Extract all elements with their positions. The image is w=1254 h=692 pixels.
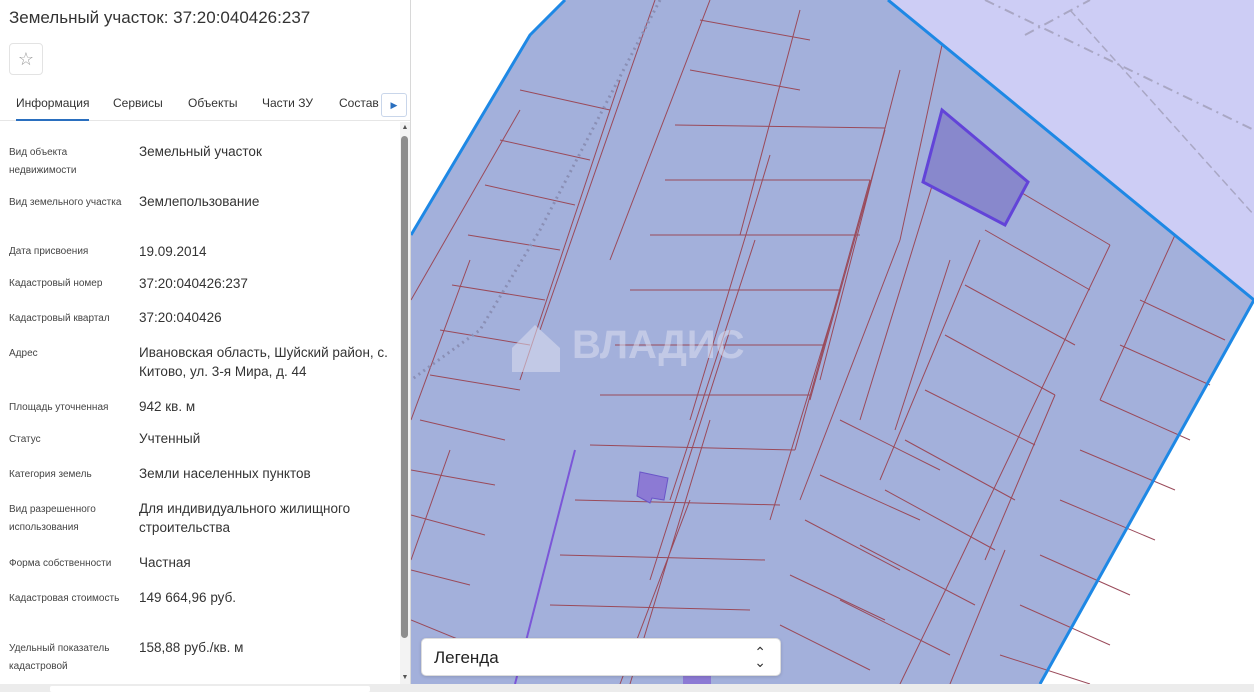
property-value: 37:20:040426 [139,310,222,325]
legend-label: Легенда [434,648,499,667]
bottom-bar [0,684,1254,692]
property-value: 158,88 руб./кв. м [139,640,244,655]
tabs-scroll-right-button[interactable]: ▶ [381,93,407,117]
property-label: Вид разрешенного использования [9,504,96,533]
chevron-right-icon: ▶ [390,99,398,110]
property-value: 149 664,96 руб. [139,590,237,605]
property-label: Удельный показатель кадастровой [9,643,110,672]
tab-objects[interactable]: Объекты [188,96,238,110]
property-value: 19.09.2014 [139,244,207,259]
property-label: Форма собственности [9,558,112,569]
property-label: Кадастровый квартал [9,313,110,324]
scrollbar-thumb[interactable] [401,136,408,638]
property-value: Учтенный [139,431,201,446]
property-label: Адрес [9,348,38,359]
scroll-down-arrow-icon[interactable]: ▼ [401,674,409,682]
property-value: Земли населенных пунктов [139,466,311,481]
panel-scrollbar[interactable]: ▲ ▼ [400,122,410,684]
property-label: Вид объекта недвижимости [9,147,77,176]
property-value: Земельный участок [139,144,262,159]
property-value: Частная [139,555,191,570]
info-panel: Земельный участок: 37:20:040426:237 ☆ Ин… [0,0,411,684]
property-list: Вид объекта недвижимости Земельный участ… [0,122,400,684]
property-value: Землепользование [139,194,260,209]
page-title: Земельный участок: 37:20:040426:237 [9,8,311,27]
property-label: Категория земель [9,469,92,480]
building-footprint[interactable] [636,471,669,504]
app-window: Земельный участок: 37:20:040426:237 ☆ Ин… [0,0,1254,692]
tab-composition[interactable]: Состав [339,96,379,110]
tab-info[interactable]: Информация [16,96,90,121]
tab-services[interactable]: Сервисы [113,96,163,110]
bottom-bar-segment [50,686,370,692]
property-label: Дата присвоения [9,246,89,257]
property-label: Вид земельного участка [9,197,122,208]
tab-parts[interactable]: Части ЗУ [262,96,313,110]
property-value: Ивановская область, Шуйский район, с. Ки… [139,345,388,379]
chevron-up-down-icon: ⌃ ⌄ [754,644,766,670]
tab-bar: Информация Сервисы Объекты Части ЗУ Сост… [0,90,410,121]
property-value: 37:20:040426:237 [139,276,248,291]
property-label: Статус [9,434,41,445]
property-value: 942 кв. м [139,399,196,414]
property-label: Кадастровая стоимость [9,593,120,604]
property-value: Для индивидуального жилищного строительс… [139,501,351,535]
map-canvas[interactable]: ВЛАДИС [411,0,1254,684]
legend-dropdown[interactable]: Легенда ⌃ ⌄ [421,638,781,676]
watermark-text: ВЛАДИС [572,323,744,367]
property-label: Кадастровый номер [9,278,103,289]
property-label: Площадь уточненная [9,402,109,413]
star-icon: ☆ [17,48,35,69]
cadastral-map[interactable]: ВЛАДИС [411,0,1254,684]
scroll-up-arrow-icon[interactable]: ▲ [401,124,409,132]
favorite-button[interactable]: ☆ [9,43,43,75]
